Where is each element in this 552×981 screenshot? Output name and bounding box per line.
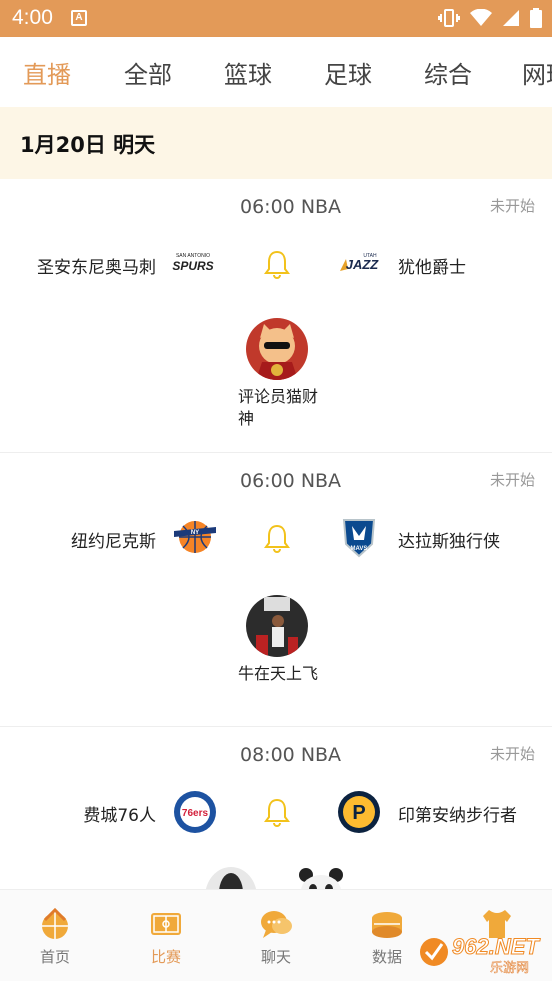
watermark-brand: 962.NET	[452, 934, 540, 959]
commentator-avatar	[246, 595, 308, 657]
pacers-logo-text: P	[352, 802, 365, 824]
commentator-name: 牛在天上飞	[238, 664, 319, 683]
away-team-name: 印第安纳步行者	[398, 806, 517, 826]
home-team-name: 费城76人	[83, 806, 156, 826]
pacers-logo-icon: P	[338, 791, 380, 833]
match-league: NBA	[300, 196, 342, 218]
reminder-bell-icon[interactable]	[263, 523, 291, 553]
watermark-sub: 乐游网	[490, 961, 529, 976]
nav-chat[interactable]: 聊天	[241, 906, 311, 967]
76ers-logo-icon: 76ers	[174, 791, 216, 833]
tab-football[interactable]: 足球	[324, 55, 372, 90]
vibrate-icon	[438, 9, 460, 27]
date-label: 1月20日 明天	[20, 133, 156, 157]
tab-live[interactable]: 直播	[23, 55, 71, 90]
reminder-bell-icon[interactable]	[263, 249, 291, 279]
mavericks-logo-text: MAVS	[351, 546, 368, 552]
match-status: 未开始	[489, 471, 535, 489]
jazz-logo-icon: JAZZ UTAH	[340, 253, 380, 272]
chat-icon	[261, 911, 292, 938]
signal-icon	[503, 10, 519, 26]
nav-label: 数据	[371, 948, 402, 966]
match-time-league: 06:00 NBA	[240, 196, 341, 218]
knicks-logo-icon: NY	[174, 521, 216, 553]
nav-data[interactable]: 数据	[352, 906, 422, 967]
knicks-logo-text: NY	[191, 530, 199, 536]
match-time-league: 08:00 NBA	[240, 744, 341, 766]
nav-label: 比赛	[150, 948, 181, 966]
status-time: 4:00	[12, 6, 53, 29]
76ers-logo-text: 76ers	[182, 808, 209, 819]
watermark-logo: 962.NET 乐游网	[420, 934, 541, 976]
tab-all[interactable]: 全部	[124, 55, 172, 90]
battery-icon	[530, 8, 542, 28]
date-header: 1月20日 明天	[0, 107, 552, 179]
data-stadium-icon	[372, 912, 402, 938]
status-icons	[438, 8, 542, 28]
jazz-logo-text: JAZZ	[346, 257, 380, 272]
match-time: 06:00	[240, 470, 295, 492]
tab-general[interactable]: 综合	[424, 55, 472, 90]
match-card[interactable]: 06:00 NBA 未开始 圣安东尼奥马刺 SAN ANTONIO SPURS …	[0, 179, 552, 453]
home-icon	[42, 907, 68, 939]
mavericks-logo-icon: MAVS	[342, 519, 376, 558]
match-time-league: 06:00 NBA	[240, 470, 341, 492]
match-league: NBA	[300, 470, 342, 492]
status-bar: 4:00 A	[0, 0, 552, 37]
tab-basketball[interactable]: 篮球	[224, 55, 272, 90]
match-time: 08:00	[240, 744, 295, 766]
tab-tennis[interactable]: 网球	[522, 55, 552, 90]
category-tabs: 直播 全部 篮球 足球 综合 网球	[0, 37, 552, 107]
nav-match[interactable]: 比赛	[131, 906, 201, 967]
home-team-name: 纽约尼克斯	[71, 532, 156, 552]
commentator-name: 评论员猫财神	[238, 387, 319, 428]
match-card[interactable]: 06:00 NBA 未开始 纽约尼克斯 NY MAVS 达拉斯独行侠 牛在天上飞	[0, 453, 552, 727]
commentator-avatar	[246, 318, 308, 380]
home-team-name: 圣安东尼奥马刺	[37, 258, 156, 278]
wifi-icon	[470, 9, 492, 26]
svg-text:UTAH: UTAH	[363, 253, 377, 259]
away-team-name: 达拉斯独行侠	[398, 532, 500, 552]
match-status: 未开始	[489, 745, 535, 763]
away-team-name: 犹他爵士	[398, 258, 466, 278]
nav-home[interactable]: 首页	[20, 906, 90, 967]
match-league: NBA	[300, 744, 342, 766]
match-card[interactable]: 08:00 NBA 未开始 费城76人 76ers P 印第安纳步行者	[0, 727, 552, 897]
nav-label: 聊天	[260, 948, 291, 966]
spurs-logo-text: SPURS	[172, 259, 213, 273]
match-court-icon	[151, 913, 181, 935]
notification-icon: A	[71, 10, 87, 26]
match-status: 未开始	[489, 197, 535, 215]
nav-label: 首页	[39, 948, 70, 966]
spurs-logo-icon: SAN ANTONIO SPURS	[172, 253, 213, 273]
reminder-bell-icon[interactable]	[263, 797, 291, 827]
match-time: 06:00	[240, 196, 295, 218]
